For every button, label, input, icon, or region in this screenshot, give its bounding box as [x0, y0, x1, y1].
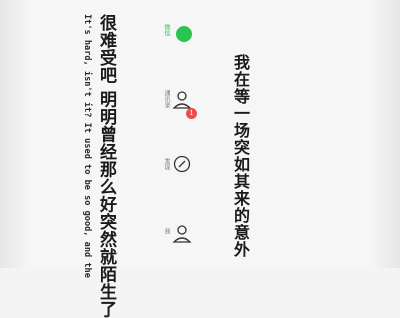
tab-contacts-label: 通讯录 — [163, 90, 170, 108]
contacts-badge: 1 — [186, 108, 197, 119]
chats-icon — [176, 26, 192, 42]
lyric-english: It's hard, isn't it? It used to be so go… — [82, 14, 92, 278]
tab-chats-label: 微信 — [163, 24, 170, 36]
post-headline: 我在等一场突如其来的意外 — [231, 54, 250, 258]
right-edge-shade — [370, 0, 400, 268]
me-icon — [172, 225, 192, 243]
lyric-chinese: 很难受吧 明明曾经那么好突然就陌生了 — [96, 14, 116, 318]
tab-me-label: 我 — [163, 228, 170, 234]
phone-screen: 我在等一场突如其来的意外 很难受吧 明明曾经那么好突然就陌生了 It's har… — [0, 0, 400, 318]
left-edge-shade — [0, 0, 30, 268]
tab-discover-label: 发现 — [163, 158, 170, 170]
compass-icon — [173, 155, 191, 173]
